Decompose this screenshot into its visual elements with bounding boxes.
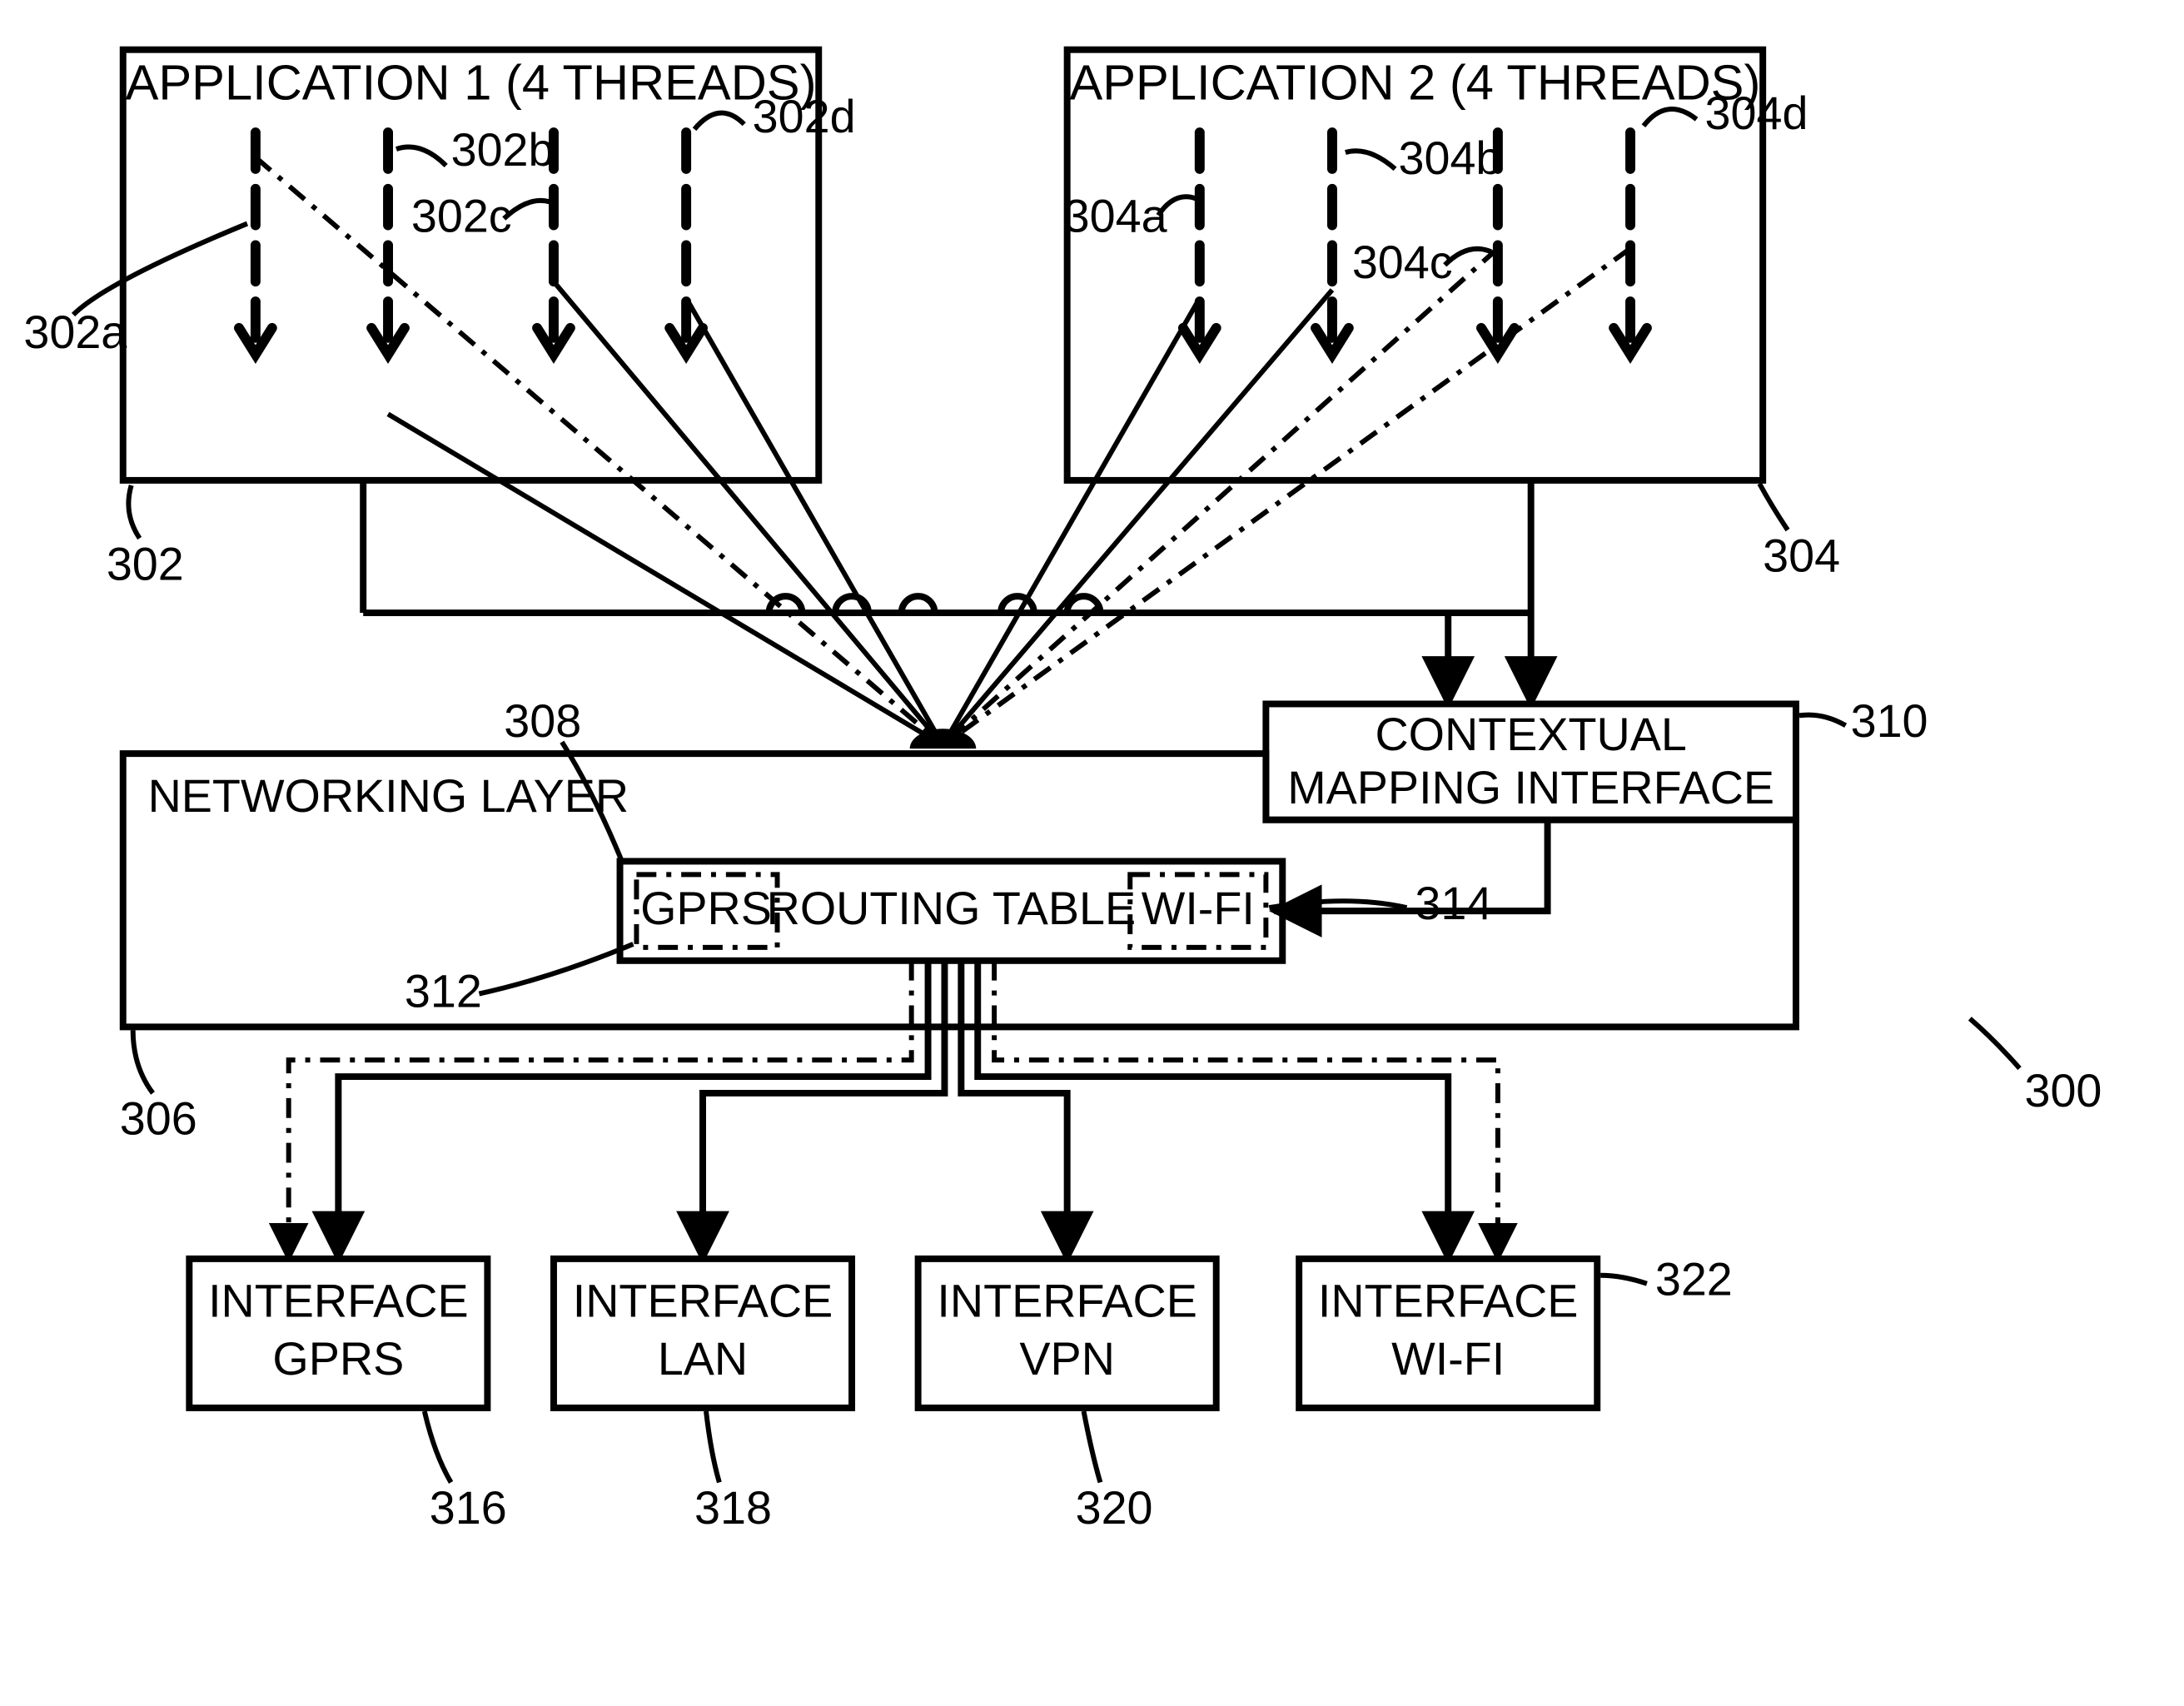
label-314: 314 [1415, 878, 1492, 929]
label-304: 304 [1763, 530, 1840, 581]
routing-table-label: ROUTING TABLE [767, 883, 1137, 934]
if-wifi-l2: WI-FI [1391, 1333, 1505, 1385]
if-gprs-l2: GPRS [272, 1333, 404, 1385]
label-302c: 302c [411, 191, 512, 242]
cmi-line2: MAPPING INTERFACE [1287, 762, 1774, 813]
interface-vpn-box: INTERFACE VPN [918, 1259, 1216, 1408]
label-300: 300 [2024, 1065, 2102, 1117]
application-2-title: APPLICATION 2 (4 THREADS) [1069, 54, 1760, 110]
networking-layer-title: NETWORKING LAYER [148, 770, 629, 822]
if-vpn-l1: INTERFACE [937, 1276, 1197, 1327]
application-1-title: APPLICATION 1 (4 THREADS) [126, 54, 817, 110]
if-lan-l2: LAN [658, 1333, 748, 1385]
label-302b: 302b [451, 124, 555, 176]
if-lan-l1: INTERFACE [573, 1276, 833, 1327]
label-304d: 304d [1705, 87, 1808, 139]
cmi-line1: CONTEXTUAL [1375, 709, 1686, 760]
if-vpn-l2: VPN [1019, 1333, 1115, 1385]
midbus [363, 480, 1530, 613]
label-302a: 302a [23, 306, 127, 358]
label-304a: 304a [1064, 191, 1167, 242]
if-wifi-l1: INTERFACE [1318, 1276, 1579, 1327]
label-310: 310 [1851, 695, 1928, 747]
label-316: 316 [430, 1482, 507, 1534]
label-312: 312 [405, 966, 482, 1017]
label-318: 318 [694, 1482, 772, 1534]
interface-gprs-box: INTERFACE GPRS [189, 1259, 487, 1408]
label-320: 320 [1076, 1482, 1153, 1534]
label-322: 322 [1655, 1254, 1733, 1306]
contextual-mapping-interface-box: CONTEXTUAL MAPPING INTERFACE [1266, 704, 1796, 819]
label-306: 306 [120, 1093, 197, 1145]
app2-to-cmi [1448, 613, 1530, 704]
label-304c: 304c [1352, 236, 1453, 288]
label-304b: 304b [1399, 132, 1502, 184]
label-302: 302 [107, 538, 184, 589]
if-gprs-l1: INTERFACE [208, 1276, 469, 1327]
label-302d: 302d [753, 91, 856, 142]
interface-wifi-box: INTERFACE WI-FI [1299, 1259, 1597, 1408]
diagram-canvas: APPLICATION 1 (4 THREADS) APPLICATION 2 … [0, 0, 2184, 1706]
label-308: 308 [504, 695, 581, 747]
routing-wifi-label: WI-FI [1142, 883, 1255, 934]
routing-gprs-label: GPRS [640, 883, 772, 934]
interface-lan-box: INTERFACE LAN [554, 1259, 852, 1408]
